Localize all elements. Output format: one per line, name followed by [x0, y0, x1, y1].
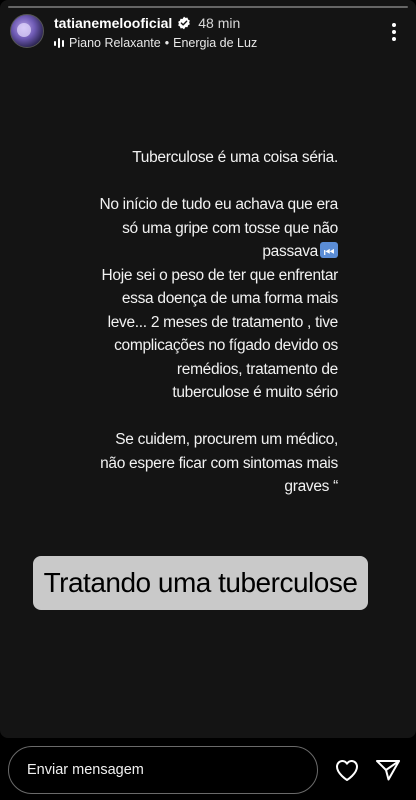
- caption-line: complicações no fígado devido os: [114, 337, 338, 354]
- caption-line: graves “: [284, 478, 338, 495]
- more-vertical-icon[interactable]: [382, 16, 406, 48]
- music-attribution[interactable]: Piano Relaxante • Energia de Luz: [54, 36, 382, 50]
- caption-line: tuberculose é muito sério: [172, 384, 338, 401]
- rewind-emoji-icon: [320, 241, 338, 265]
- audio-bars-icon: [54, 37, 64, 49]
- music-separator: •: [164, 36, 170, 50]
- message-input[interactable]: [27, 762, 317, 778]
- music-artist: Energia de Luz: [173, 36, 258, 50]
- caption-line: Se cuidem, procurem um médico,: [115, 431, 338, 448]
- story-caption: Tuberculose é uma coisa séria. No início …: [60, 146, 338, 499]
- caption-line: No início de tudo eu achava que era: [99, 196, 338, 213]
- story-header: tatianemelooficial 48 min Piano Relaxant…: [10, 14, 406, 54]
- username[interactable]: tatianemelooficial: [54, 15, 172, 31]
- caption-line: passava: [60, 240, 338, 265]
- caption-line: só uma gripe com tosse que não: [122, 219, 338, 237]
- sticker-text: Tratando uma tuberculose: [43, 567, 358, 598]
- caption-line: essa doença de uma forma mais: [121, 290, 338, 307]
- post-time: 48 min: [198, 15, 241, 31]
- caption-line: Hoje sei o peso de ter que enfrentar: [101, 266, 339, 284]
- caption-line: Tuberculose é uma coisa séria.: [132, 149, 338, 166]
- caption-line: leve... 2 meses de tratamento , tive: [107, 313, 339, 331]
- story-frame[interactable]: tatianemelooficial 48 min Piano Relaxant…: [0, 0, 416, 738]
- header-text: tatianemelooficial 48 min Piano Relaxant…: [54, 14, 382, 50]
- heart-icon[interactable]: [333, 756, 361, 784]
- caption-line: remédios, tratamento de: [176, 360, 338, 378]
- caption-spacer: [60, 170, 338, 194]
- send-icon[interactable]: [374, 756, 402, 784]
- verified-badge-icon: [177, 16, 191, 30]
- caption-line: não espere ficar com sintomas mais: [100, 454, 338, 472]
- reply-bar[interactable]: [8, 746, 318, 794]
- avatar[interactable]: [10, 14, 44, 48]
- music-title: Piano Relaxante: [69, 36, 161, 50]
- story-progress-bar: [8, 6, 408, 8]
- caption-spacer: [60, 405, 338, 429]
- header-title-row: tatianemelooficial 48 min: [54, 14, 382, 32]
- text-sticker: Tratando uma tuberculose: [33, 556, 368, 610]
